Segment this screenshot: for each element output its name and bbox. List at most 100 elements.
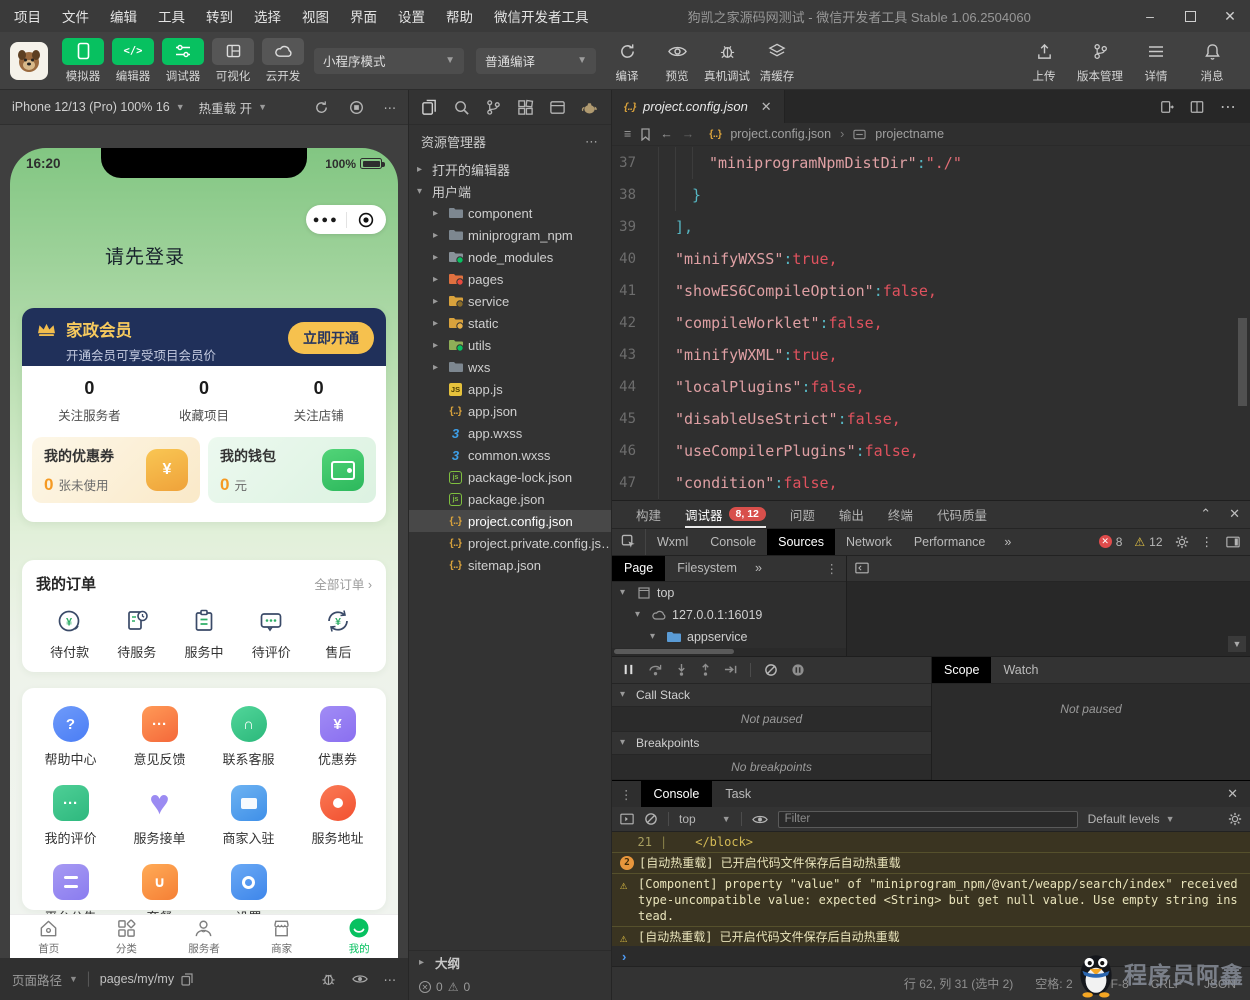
order-status-after[interactable]: ¥ 售后 bbox=[305, 606, 372, 661]
kebab-menu-icon[interactable]: ⋮ bbox=[1201, 534, 1215, 549]
file-tree-item[interactable]: {..} sitemap.json bbox=[409, 554, 611, 576]
folder-tree-item[interactable]: ▸ wxs bbox=[409, 356, 611, 378]
sources-tree-item[interactable]: ▾ appservice bbox=[612, 626, 846, 648]
tabbar-shop[interactable]: 商家 bbox=[243, 915, 321, 958]
folder-tree-item[interactable]: ▾ 用户端 bbox=[409, 180, 611, 202]
service-item[interactable]: ? 帮助中心 bbox=[26, 706, 115, 768]
close-drawer-icon[interactable]: ✕ bbox=[1227, 786, 1250, 802]
statusbar-item[interactable]: JSON bbox=[1204, 977, 1236, 991]
service-item[interactable]: ··· 意见反馈 bbox=[115, 706, 204, 768]
panel-tab-输出[interactable]: 输出 bbox=[839, 501, 864, 528]
console-tab-console[interactable]: Console bbox=[640, 781, 713, 808]
step-icon[interactable] bbox=[724, 663, 737, 676]
folder-tree-item[interactable]: ▸ pages bbox=[409, 268, 611, 290]
step-out-icon[interactable] bbox=[700, 663, 711, 676]
tool-phone-button[interactable]: 模拟器 bbox=[58, 37, 108, 84]
action-layers-button[interactable]: 清缓存 bbox=[752, 38, 802, 84]
deactivate-breakpoints-icon[interactable] bbox=[764, 663, 778, 677]
console-filter-input[interactable] bbox=[777, 810, 1078, 828]
split-editor-icon[interactable] bbox=[1190, 100, 1204, 114]
inspect-icon[interactable] bbox=[612, 528, 646, 555]
list-icon[interactable]: ≡ bbox=[624, 127, 631, 141]
editor-scrollbar[interactable] bbox=[1238, 318, 1247, 406]
close-panel-icon[interactable]: ✕ bbox=[1229, 506, 1240, 522]
stat-item[interactable]: 0 关注店铺 bbox=[261, 378, 376, 424]
service-item[interactable]: 服务地址 bbox=[293, 785, 382, 847]
code-area[interactable]: 37 "miniprogramNpmDistDir": "./" 38} 39], 40… bbox=[612, 146, 1250, 500]
coupon-card[interactable]: 我的优惠券 0 张未使用 ¥ bbox=[32, 437, 200, 503]
action-upload-button[interactable]: 上传 bbox=[1016, 38, 1072, 84]
service-item[interactable]: ··· 我的评价 bbox=[26, 785, 115, 847]
minimize-button[interactable]: – bbox=[1130, 0, 1170, 32]
panel-tab-构建[interactable]: 构建 bbox=[636, 501, 661, 528]
bookmark-icon[interactable] bbox=[640, 127, 651, 141]
stat-item[interactable]: 0 关注服务者 bbox=[32, 378, 147, 424]
console-message[interactable]: ⚠ [自动热重载] 已开启代码文件保存后自动热重载 bbox=[612, 927, 1250, 947]
back-icon[interactable]: ← bbox=[660, 127, 673, 141]
sources-tab-filesystem[interactable]: Filesystem bbox=[665, 556, 749, 581]
dock-side-icon[interactable] bbox=[1226, 536, 1240, 548]
more-icon[interactable]: ⋯ bbox=[384, 100, 397, 115]
panel-tab-调试器[interactable]: 调试器 8, 12 bbox=[685, 501, 766, 528]
wallet-card[interactable]: 我的钱包 0 元 bbox=[208, 437, 376, 503]
teapot-icon[interactable] bbox=[581, 100, 598, 115]
panel-tab-问题[interactable]: 问题 bbox=[790, 501, 815, 528]
panel-tab-终端[interactable]: 终端 bbox=[888, 501, 913, 528]
window-icon[interactable] bbox=[549, 99, 566, 116]
activate-member-button[interactable]: 立即开通 bbox=[288, 322, 374, 354]
folder-tree-item[interactable]: ▸ 打开的编辑器 bbox=[409, 158, 611, 180]
pretty-print-icon[interactable]: ▼ bbox=[1228, 635, 1246, 652]
file-tree-item[interactable]: {..} project.private.config.js… bbox=[409, 532, 611, 554]
error-counter[interactable]: ✕ 8 bbox=[1098, 535, 1122, 549]
close-tab-icon[interactable]: ✕ bbox=[761, 99, 772, 115]
action-eye-button[interactable]: 预览 bbox=[652, 38, 702, 84]
page-path-label[interactable]: 页面路径 bbox=[12, 970, 62, 989]
menubar-item[interactable]: 编辑 bbox=[110, 6, 137, 26]
folder-tree-item[interactable]: ▸ component bbox=[409, 202, 611, 224]
file-tree-item[interactable]: 3 app.wxss bbox=[409, 422, 611, 444]
tool-sliders-button[interactable]: 调试器 bbox=[158, 37, 208, 84]
breadcrumb-file[interactable]: project.config.json bbox=[730, 127, 831, 141]
devtools-tab-network[interactable]: Network bbox=[835, 529, 903, 555]
panel-tab-代码质量[interactable]: 代码质量 bbox=[937, 501, 987, 528]
tool-window-button[interactable]: 可视化 bbox=[208, 37, 258, 84]
statusbar-item[interactable]: 空格: 2 bbox=[1035, 975, 1072, 992]
copy-icon[interactable] bbox=[181, 972, 193, 986]
breakpoints-header[interactable]: ▾ Breakpoints bbox=[612, 731, 931, 755]
menubar-item[interactable]: 帮助 bbox=[446, 6, 473, 26]
log-levels-select[interactable]: Default levels ▼ bbox=[1088, 812, 1175, 826]
refresh-icon[interactable] bbox=[314, 100, 329, 115]
order-status-rate[interactable]: 待评价 bbox=[238, 606, 305, 661]
more-tabs-icon[interactable]: » bbox=[996, 535, 1019, 549]
more-icon[interactable]: ⋯ bbox=[384, 972, 397, 987]
files-icon[interactable] bbox=[421, 99, 438, 116]
devtools-tab-performance[interactable]: Performance bbox=[903, 529, 997, 555]
compile-select[interactable]: 普通编译 ▼ bbox=[476, 47, 596, 74]
eye-icon[interactable] bbox=[351, 973, 368, 985]
tool-cloud-button[interactable]: 云开发 bbox=[258, 37, 308, 84]
menubar-item[interactable]: 视图 bbox=[302, 6, 329, 26]
action-bell-button[interactable]: 消息 bbox=[1184, 38, 1240, 84]
miniprogram-capsule[interactable]: ●●● bbox=[306, 205, 386, 234]
file-tree-item[interactable]: js package-lock.json bbox=[409, 466, 611, 488]
more-icon[interactable]: ●●● bbox=[306, 214, 346, 226]
pause-on-exceptions-icon[interactable] bbox=[791, 663, 805, 677]
devtools-tab-console[interactable]: Console bbox=[699, 529, 767, 555]
folder-tree-item[interactable]: ▸ static bbox=[409, 312, 611, 334]
more-icon[interactable]: ⋯ bbox=[1220, 97, 1236, 117]
tool-code-button[interactable]: </> 编辑器 bbox=[108, 37, 158, 84]
step-over-icon[interactable] bbox=[648, 663, 663, 676]
sidebar-tab-watch[interactable]: Watch bbox=[991, 657, 1050, 683]
git-branch-icon[interactable] bbox=[485, 99, 502, 116]
hot-reload-toggle[interactable]: 热重载 开 bbox=[199, 98, 252, 117]
action-refresh-button[interactable]: 编译 bbox=[602, 38, 652, 84]
statusbar-item[interactable]: UTF-8 bbox=[1095, 977, 1129, 991]
outline-section[interactable]: ▸ 大纲 bbox=[409, 950, 611, 974]
service-item[interactable]: 商家入驻 bbox=[204, 785, 293, 847]
order-status-serve[interactable]: 待服务 bbox=[103, 606, 170, 661]
device-select[interactable]: iPhone 12/13 (Pro) 100% 16 bbox=[12, 100, 170, 114]
service-item[interactable]: ∩ 联系客服 bbox=[204, 706, 293, 768]
mode-select[interactable]: 小程序模式 ▼ bbox=[314, 47, 464, 74]
close-button[interactable]: ✕ bbox=[1210, 0, 1250, 32]
sidebar-tab-scope[interactable]: Scope bbox=[932, 656, 992, 683]
